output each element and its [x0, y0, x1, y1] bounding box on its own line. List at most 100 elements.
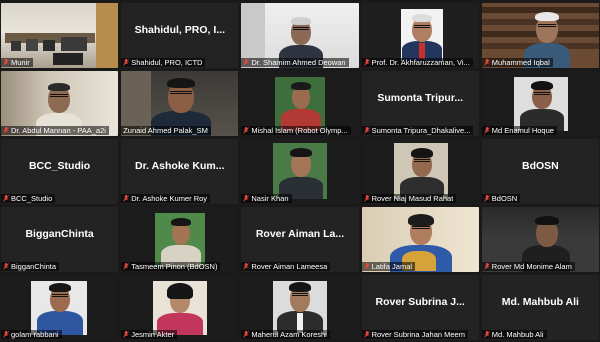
participant-tile[interactable]: Tasmeem Pinon (BdOSN) [121, 207, 239, 272]
microphone-muted-icon [483, 127, 490, 134]
participant-name: Md Enamul Hoque [491, 126, 554, 135]
participant-name-label: BigganChinta [1, 262, 60, 271]
participant-tile[interactable]: Mishal Islam (Robot Olymp... [241, 71, 359, 136]
microphone-muted-icon [243, 195, 250, 202]
participant-tile[interactable]: Rover Niaj Masud Rahat [361, 139, 479, 204]
participant-tile[interactable]: BigganChinta BigganChinta [1, 207, 119, 272]
microphone-muted-icon [363, 263, 370, 270]
participant-tile[interactable]: Dr. Ashoke Kum... Dr. Ashoke Kumer Roy [121, 139, 239, 204]
microphone-muted-icon [123, 59, 129, 66]
participant-tile[interactable]: Dr. Shamim Ahmed Deowan [241, 3, 359, 68]
participant-tile[interactable]: BCC_Studio BCC_Studio [1, 139, 119, 204]
participant-name: Muhammed Iqbal [491, 58, 550, 67]
participant-name-label: Rover Niaj Masud Rahat [361, 194, 457, 203]
participant-display-name: BdOSN [522, 159, 559, 172]
participant-tile[interactable]: Md Enamul Hoque [481, 71, 599, 136]
microphone-muted-icon [123, 195, 129, 202]
participant-name: Dr. Ashoke Kumer Roy [131, 194, 208, 203]
participant-tile[interactable]: golam rabbani [1, 275, 119, 340]
microphone-muted-icon [483, 263, 490, 270]
participant-name: Tasmeem Pinon (BdOSN) [131, 262, 218, 271]
participant-tile[interactable]: Prof. Dr. Akhfaruzzaman, Vi... [361, 3, 479, 68]
participant-tile[interactable]: Maherul Azam Koreshi [241, 275, 359, 340]
participant-name-label: Md. Mahbub Ali [481, 330, 547, 339]
participant-name-label: Jesmin Akter [121, 330, 178, 339]
participant-name-label: BdOSN [481, 194, 521, 203]
participant-name: BigganChinta [11, 262, 57, 271]
participant-name: Munir [11, 58, 30, 67]
microphone-muted-icon [3, 127, 9, 134]
participant-tile[interactable]: BdOSN BdOSN [481, 139, 599, 204]
participant-name-label: Tasmeem Pinon (BdOSN) [121, 262, 221, 271]
participant-name-label: Latifa Jamal [361, 262, 416, 271]
participant-tile[interactable]: Dr. Abdul Mannan - PAA_a2i [1, 71, 119, 136]
participant-tile[interactable]: Latifa Jamal [361, 207, 479, 272]
participant-name: Md. Mahbub Ali [491, 330, 544, 339]
participant-name: Shahidul, PRO, ICTD [131, 58, 203, 67]
participant-tile[interactable]: Shahidul, PRO, I... Shahidul, PRO, ICTD [121, 3, 239, 68]
microphone-muted-icon [243, 331, 250, 338]
microphone-muted-icon [123, 263, 129, 270]
microphone-muted-icon [363, 195, 370, 202]
participant-name-label: Maherul Azam Koreshi [241, 330, 330, 339]
participant-name-label: Nasir Khan [241, 194, 292, 203]
microphone-muted-icon [3, 195, 9, 202]
microphone-muted-icon [363, 331, 370, 338]
participant-tile-active-speaker[interactable]: Zunaid Ahmed Palak_SM [121, 71, 239, 136]
microphone-muted-icon [243, 263, 250, 270]
participant-tile[interactable]: Muhammed Iqbal [481, 3, 599, 68]
microphone-muted-icon [3, 263, 9, 270]
participant-name-label: Sumonta Tripura_Dhakalive... [361, 126, 474, 135]
microphone-muted-icon [3, 331, 9, 338]
participant-display-name: Dr. Ashoke Kum... [135, 159, 225, 172]
participant-name: Maherul Azam Koreshi [251, 330, 327, 339]
participant-name-label: Md Enamul Hoque [481, 126, 557, 135]
participant-name: Sumonta Tripura_Dhakalive... [371, 126, 471, 135]
participant-tile[interactable]: Munir [1, 3, 119, 68]
participant-tile[interactable]: Rover Aiman La... Rover Aiman Lameesa [241, 207, 359, 272]
microphone-muted-icon [363, 59, 370, 66]
participant-name: Rover Aiman Lameesa [251, 262, 328, 271]
participant-name-label: Prof. Dr. Akhfaruzzaman, Vi... [361, 58, 473, 67]
participant-display-name: Rover Subrina J... [375, 295, 465, 308]
participant-tile[interactable]: Rover Subrina J... Rover Subrina Jahan M… [361, 275, 479, 340]
participant-tile[interactable]: Rover Md Monime Alam [481, 207, 599, 272]
microphone-muted-icon [483, 59, 490, 66]
participant-grid: Munir Shahidul, PRO, I... Shahidul, PRO,… [0, 3, 600, 340]
participant-name-label: Dr. Shamim Ahmed Deowan [241, 58, 349, 67]
participant-name: Dr. Abdul Mannan - PAA_a2i [11, 126, 106, 135]
participant-name: Mishal Islam (Robot Olymp... [251, 126, 348, 135]
participant-name: Latifa Jamal [371, 262, 413, 271]
participant-tile[interactable]: Sumonta Tripur... Sumonta Tripura_Dhakal… [361, 71, 479, 136]
microphone-muted-icon [483, 195, 490, 202]
participant-name-label: Rover Subrina Jahan Meem [361, 330, 468, 339]
participant-name: BCC_Studio [11, 194, 53, 203]
participant-name: BdOSN [491, 194, 518, 203]
participant-name: golam rabbani [11, 330, 59, 339]
participant-name-label: Munir [1, 58, 33, 67]
participant-tile[interactable]: Jesmin Akter [121, 275, 239, 340]
participant-name: Rover Niaj Masud Rahat [371, 194, 454, 203]
microphone-muted-icon [243, 127, 250, 134]
participant-name-label: Dr. Ashoke Kumer Roy [121, 194, 211, 203]
microphone-muted-icon [483, 331, 490, 338]
participant-name: Jesmin Akter [131, 330, 175, 339]
participant-name-label: Zunaid Ahmed Palak_SM [121, 126, 211, 135]
participant-name-label: Dr. Abdul Mannan - PAA_a2i [1, 126, 109, 135]
participant-tile[interactable]: Md. Mahbub Ali Md. Mahbub Ali [481, 275, 599, 340]
participant-name: Nasir Khan [251, 194, 289, 203]
participant-name: Prof. Dr. Akhfaruzzaman, Vi... [371, 58, 470, 67]
participant-name-label: Rover Aiman Lameesa [241, 262, 331, 271]
participant-display-name: BigganChinta [25, 227, 94, 240]
participant-name-label: Rover Md Monime Alam [481, 262, 575, 271]
participant-display-name: BCC_Studio [28, 159, 91, 172]
participant-tile[interactable]: Nasir Khan [241, 139, 359, 204]
participant-name: Zunaid Ahmed Palak_SM [123, 126, 208, 135]
participant-name-label: Muhammed Iqbal [481, 58, 553, 67]
participant-name-label: BCC_Studio [1, 194, 56, 203]
participant-name-label: golam rabbani [1, 330, 62, 339]
microphone-muted-icon [363, 127, 370, 134]
participant-name-label: Mishal Islam (Robot Olymp... [241, 126, 351, 135]
participant-name-label: Shahidul, PRO, ICTD [121, 58, 206, 67]
participant-display-name: Shahidul, PRO, I... [134, 23, 225, 36]
